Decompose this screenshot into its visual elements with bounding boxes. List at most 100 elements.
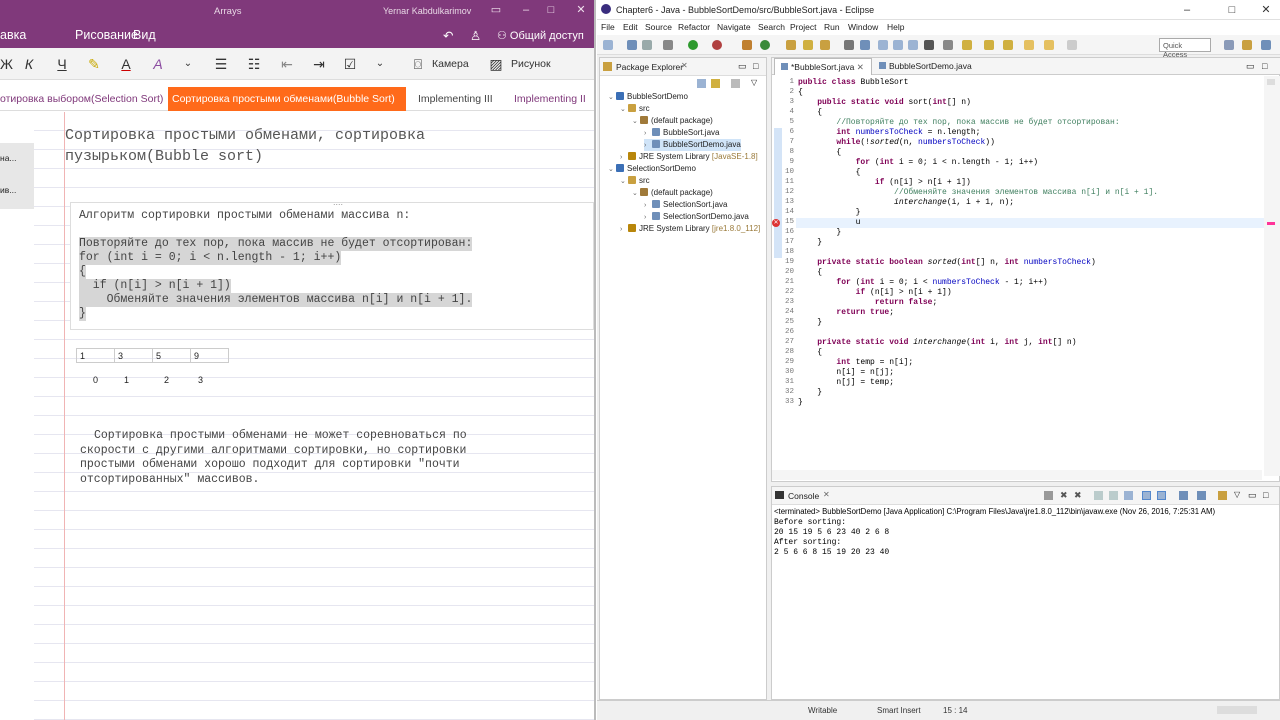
expand-toggle-icon[interactable]: ⌄ [620,176,628,188]
menu-edit[interactable]: Edit [623,22,638,32]
forward-disabled-icon[interactable] [1067,40,1077,50]
code-line[interactable]: for (int i = 0; i < numbersToCheck - 1; … [798,278,1047,287]
code-line[interactable]: } [798,208,861,217]
code-line[interactable]: } [798,228,841,237]
picture-icon[interactable]: ▨ [487,55,505,73]
highlight-icon[interactable]: ✎ [86,55,102,73]
indent-icon[interactable]: ⇥ [310,55,328,73]
code-line[interactable]: private static void interchange(int i, i… [798,338,1076,347]
note-paragraph[interactable]: Сортировка простыми обменами не может со… [80,429,510,487]
menu-insert[interactable]: авка [0,28,26,42]
show-stderr-icon[interactable] [1157,491,1166,500]
coverage-icon[interactable] [712,40,722,50]
picture-label[interactable]: Рисунок [511,58,551,70]
debug-icon[interactable] [663,40,673,50]
maximize-view-icon[interactable]: □ [753,61,758,71]
code-line[interactable]: { [798,268,822,277]
block-selection-icon[interactable] [878,40,888,50]
tree-item[interactable]: ⌄ (default package) [632,115,713,127]
menu-source[interactable]: Source [645,22,672,32]
code-line[interactable]: n[i] = n[j]; [798,368,894,377]
search-icon[interactable] [803,40,813,50]
code-line[interactable]: private static boolean sorted(int[] n, i… [798,258,1096,267]
tree-item[interactable]: › SelectionSortDemo.java [644,211,749,223]
run-icon[interactable] [688,40,698,50]
previous-annotation-icon[interactable] [984,40,994,50]
code-line[interactable]: //Обменяйте значения элементов массива n… [798,188,1158,197]
menu-refactor[interactable]: Refactor [678,22,710,32]
display-console-icon[interactable] [1197,491,1206,500]
camera-label[interactable]: Камера [432,58,469,70]
remove-launch-icon[interactable]: ✖ [1060,490,1068,501]
close-button[interactable]: ✕ [1259,3,1273,17]
array-cell[interactable]: 5 [152,348,191,363]
editor-tab-bubblesortdemo[interactable]: BubbleSortDemo.java [873,58,978,75]
code-line[interactable]: if (n[i] > n[i + 1]) [798,178,971,187]
collapse-all-icon[interactable] [697,79,706,88]
code-line[interactable]: for (int i = 0; i < n.length - 1; i++) [798,158,1038,167]
page-list-item[interactable]: на... [0,153,17,163]
new-java-project-icon[interactable] [742,40,752,50]
link-editor-icon[interactable] [711,79,720,88]
expand-toggle-icon[interactable]: › [620,224,628,236]
numbering-icon[interactable]: ☷ [245,55,263,73]
array-table[interactable]: 1 3 5 9 [76,348,229,363]
minimize-view-icon[interactable]: ▭ [738,61,747,72]
maximize-button[interactable]: □ [544,3,558,17]
toggle-mark-icon[interactable] [844,40,854,50]
new-class-icon[interactable] [760,40,770,50]
tag-chevron-icon[interactable]: ⌄ [374,55,386,73]
person-icon[interactable]: ♙ [470,28,481,43]
scroll-lock-icon[interactable] [1109,491,1118,500]
bullets-icon[interactable]: ☰ [212,55,230,73]
code-line[interactable]: interchange(i, i + 1, n); [798,198,1014,207]
code-line[interactable]: public static void sort(int[] n) [798,98,971,107]
menu-run[interactable]: Run [824,22,840,32]
menu-search[interactable]: Search [758,22,785,32]
minimize-editor-icon[interactable]: ▭ [1246,61,1255,72]
tab-bubble-sort[interactable]: Сортировка простыми обменами(Bubble Sort… [168,87,406,111]
show-whitespace-icon[interactable] [893,40,903,50]
tree-item[interactable]: ⌄ src [620,103,650,115]
menu-draw[interactable]: Рисование [75,28,138,42]
code-line[interactable]: { [798,88,803,97]
underline-button[interactable]: Ч [55,55,69,73]
pin-editor-icon[interactable] [943,40,953,50]
algorithm-note-container[interactable]: .... Алгоритм сортировки простыми обмена… [70,197,594,330]
tree-item[interactable]: › BubbleSort.java [644,127,719,139]
outdent-icon[interactable]: ⇤ [278,55,296,73]
toggle-breadcrumb-icon[interactable] [860,40,870,50]
expand-toggle-icon[interactable]: ⌄ [608,92,616,104]
more-format-chevron-icon[interactable]: ⌄ [182,55,194,73]
code-line[interactable]: { [798,168,861,177]
code-line[interactable]: { [798,348,822,357]
ribbon-options-icon[interactable]: ▭ [489,3,503,17]
open-perspective-icon[interactable] [1224,40,1234,50]
expand-toggle-icon[interactable]: ⌄ [632,116,640,128]
container-drag-handle[interactable]: .... [333,197,343,207]
array-cell[interactable]: 1 [76,348,115,363]
editor-horizontal-scrollbar[interactable] [772,470,1262,480]
save-icon[interactable] [627,40,637,50]
word-wrap-icon[interactable] [1124,491,1133,500]
page-title[interactable]: Сортировка простыми обменами, сортировка… [65,126,465,167]
tree-item[interactable]: › JRE System Library [jre1.8.0_112] [620,223,760,235]
package-explorer-tab[interactable]: Package Explorer [616,62,683,72]
tree-item[interactable]: ⌄ BubbleSortDemo [608,91,688,103]
camera-icon[interactable]: ⌼ [409,55,427,73]
show-source-icon[interactable] [924,40,934,50]
view-menu-icon[interactable]: ▽ [751,78,757,87]
code-line[interactable]: u [798,218,861,227]
bold-button[interactable]: Ж [0,55,13,73]
open-type-icon[interactable] [786,40,796,50]
save-all-icon[interactable] [642,40,652,50]
array-cell[interactable]: 9 [190,348,229,363]
menu-file[interactable]: File [601,22,615,32]
tree-item[interactable]: › JRE System Library [JavaSE-1.8] [620,151,758,163]
menu-project[interactable]: Project [790,22,816,32]
next-annotation-icon[interactable] [962,40,972,50]
code-line[interactable]: } [798,238,822,247]
view-menu-icon[interactable]: ▽ [1234,490,1240,499]
code-line[interactable]: public class BubbleSort [798,78,908,87]
tab-implementing-2[interactable]: Implementing II [510,87,590,111]
